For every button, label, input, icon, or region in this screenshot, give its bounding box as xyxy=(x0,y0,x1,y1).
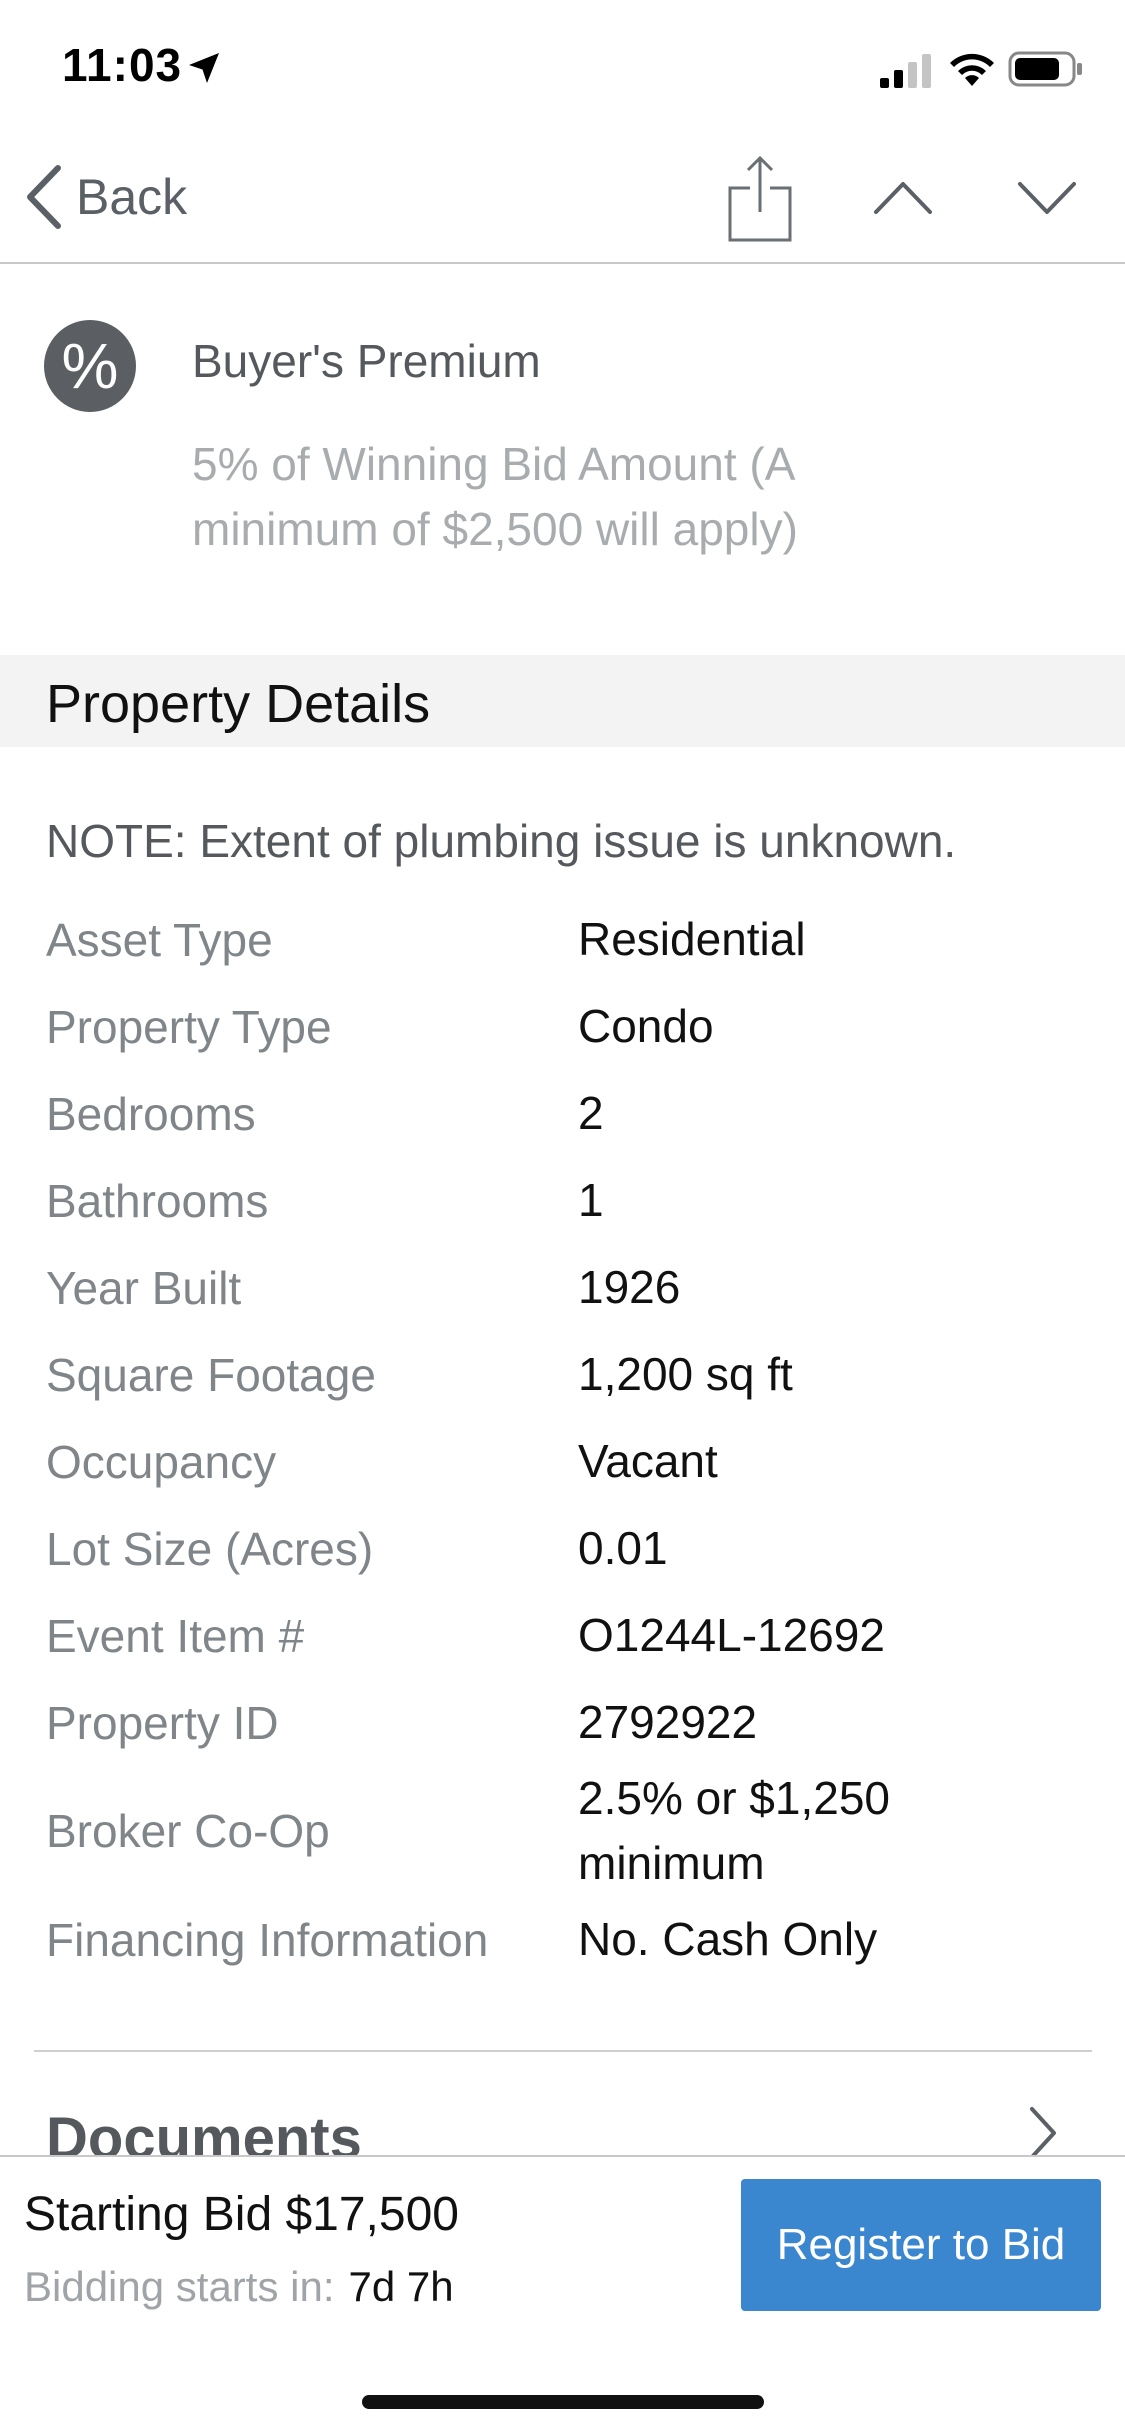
detail-row-lot-size: Lot Size (Acres) 0.01 xyxy=(46,1505,1086,1592)
detail-label: Event Item # xyxy=(46,1609,305,1662)
screen: 11:03 Back % Buyer's Premium 5% of Winni… xyxy=(0,0,1125,2436)
detail-label: Bedrooms xyxy=(46,1087,256,1140)
detail-value: O1244L-12692 xyxy=(578,1609,885,1661)
detail-value: 1926 xyxy=(578,1261,681,1313)
detail-label: Lot Size (Acres) xyxy=(46,1522,374,1575)
detail-row-square-footage: Square Footage 1,200 sq ft xyxy=(46,1331,1086,1418)
detail-value: Condo xyxy=(578,1000,714,1052)
detail-value: Residential xyxy=(578,913,806,965)
chevron-down-icon[interactable] xyxy=(1014,164,1080,230)
detail-row-event-item: Event Item # O1244L-12692 xyxy=(46,1592,1086,1679)
detail-row-property-id: Property ID 2792922 xyxy=(46,1679,1086,1766)
documents-row[interactable]: Documents xyxy=(0,2085,1125,2155)
bidding-starts-value: 7d 7h xyxy=(348,2263,454,2310)
detail-label: Property Type xyxy=(46,1000,332,1053)
chevron-left-icon xyxy=(27,165,61,229)
chevron-up-icon[interactable] xyxy=(870,164,936,230)
detail-row-year-built: Year Built 1926 xyxy=(46,1244,1086,1331)
buyers-premium-description: 5% of Winning Bid Amount (A minimum of $… xyxy=(192,438,798,555)
documents-title: Documents xyxy=(46,2106,362,2155)
percent-icon: % xyxy=(44,320,136,412)
detail-value: Vacant xyxy=(578,1435,718,1487)
detail-value: 1,200 sq ft xyxy=(578,1348,793,1400)
detail-value: 0.01 xyxy=(578,1522,668,1574)
detail-row-financing: Financing Information No. Cash Only xyxy=(46,1896,1086,1983)
detail-value: 2 xyxy=(578,1087,604,1139)
detail-row-occupancy: Occupancy Vacant xyxy=(46,1418,1086,1505)
back-label: Back xyxy=(76,169,188,225)
detail-value: 2.5% or $1,250 minimum xyxy=(578,1772,891,1889)
register-to-bid-button[interactable]: Register to Bid xyxy=(741,2179,1101,2311)
chevron-right-icon xyxy=(1030,2107,1056,2155)
property-details-header: Property Details xyxy=(0,655,1125,747)
navigation-bar: Back xyxy=(0,132,1125,264)
detail-row-broker-co-op: Broker Co-Op 2.5% or $1,250 minimum xyxy=(46,1766,1086,1896)
bidding-starts-label: Bidding starts in: xyxy=(24,2263,335,2310)
home-indicator[interactable] xyxy=(362,2395,764,2409)
status-time: 11:03 xyxy=(62,39,183,91)
starting-bid: Starting Bid $17,500 xyxy=(24,2188,459,2241)
bidding-starts: Bidding starts in: 7d 7h xyxy=(24,2263,454,2311)
detail-row-bedrooms: Bedrooms 2 xyxy=(46,1070,1086,1157)
buyers-premium-section: % Buyer's Premium 5% of Winning Bid Amou… xyxy=(0,264,1125,654)
property-details-list: Asset Type Residential Property Type Con… xyxy=(46,896,1086,1983)
wifi-icon xyxy=(950,53,994,86)
detail-label: Bathrooms xyxy=(46,1174,269,1227)
property-details-title: Property Details xyxy=(46,674,431,734)
detail-label: Broker Co-Op xyxy=(46,1805,330,1857)
divider xyxy=(34,2050,1092,2052)
detail-value: 2792922 xyxy=(578,1696,758,1748)
detail-row-property-type: Property Type Condo xyxy=(46,983,1086,1070)
bid-footer: Starting Bid $17,500 Bidding starts in: 7… xyxy=(0,2155,1125,2436)
detail-label: Occupancy xyxy=(46,1435,277,1488)
location-arrow-icon xyxy=(189,53,219,83)
buyers-premium-title: Buyer's Premium xyxy=(192,335,541,387)
detail-label: Asset Type xyxy=(46,913,273,966)
back-button[interactable]: Back xyxy=(22,162,187,232)
cellular-signal-icon xyxy=(880,54,931,88)
detail-label: Financing Information xyxy=(46,1913,489,1966)
detail-row-bathrooms: Bathrooms 1 xyxy=(46,1157,1086,1244)
detail-value: 1 xyxy=(578,1174,604,1226)
detail-row-asset-type: Asset Type Residential xyxy=(46,896,1086,983)
detail-label: Property ID xyxy=(46,1696,279,1749)
detail-label: Square Footage xyxy=(46,1348,376,1401)
battery-icon xyxy=(1008,51,1082,87)
share-icon[interactable] xyxy=(720,152,800,244)
detail-label: Year Built xyxy=(46,1261,242,1314)
status-bar: 11:03 xyxy=(0,0,1125,132)
property-note: NOTE: Extent of plumbing issue is unknow… xyxy=(46,815,957,867)
detail-value: No. Cash Only xyxy=(578,1913,878,1965)
